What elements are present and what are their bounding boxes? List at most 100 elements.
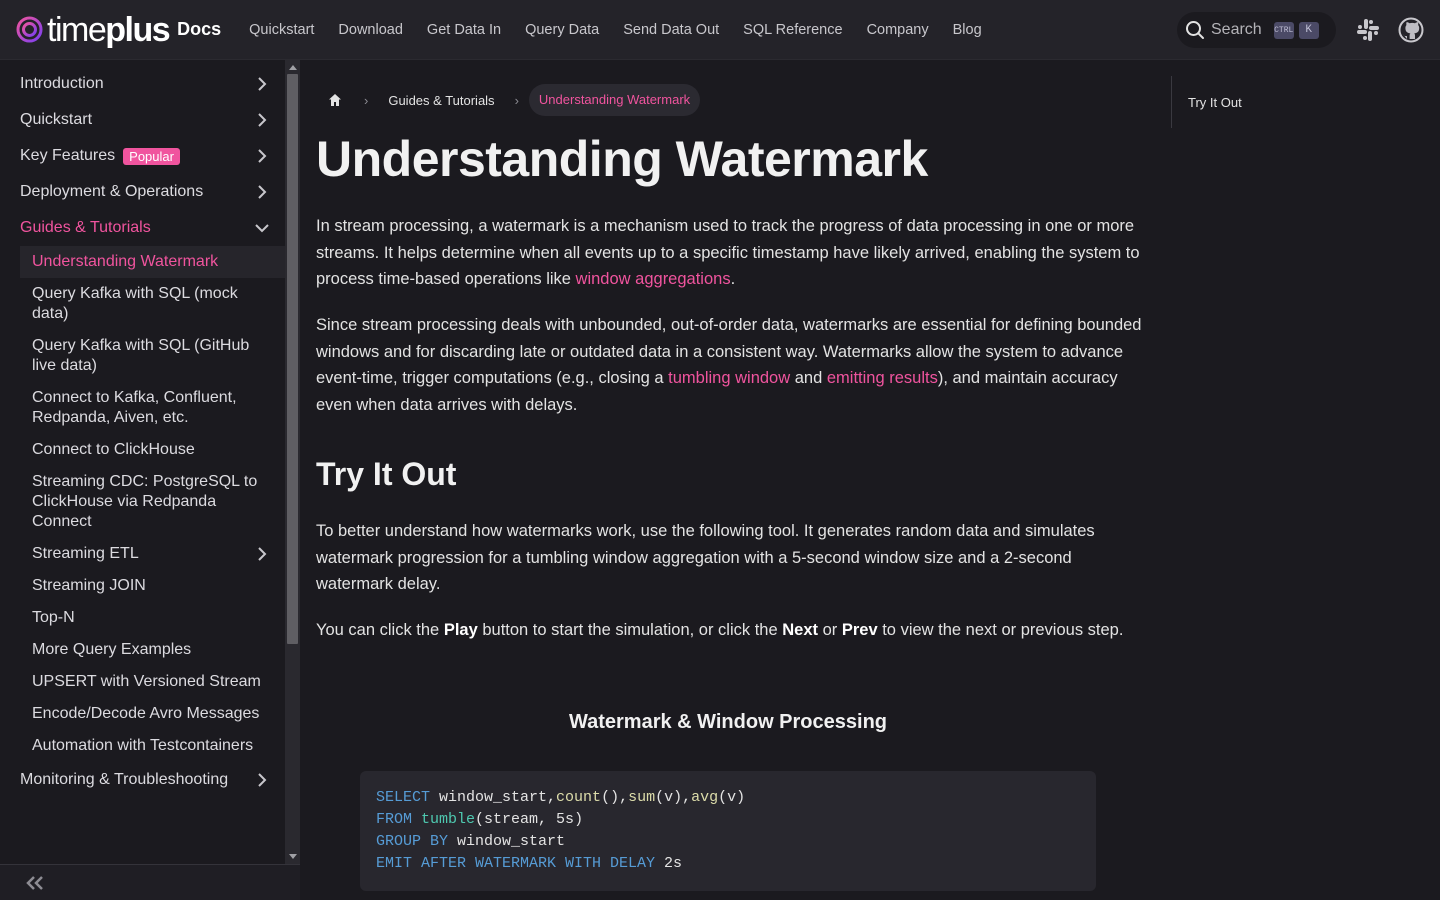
search-button[interactable]: Search CTRL K [1177, 12, 1336, 48]
window-aggregations-link[interactable]: window aggregations [576, 270, 731, 288]
sidebar-sub-item-connect-kafka[interactable]: Connect to Kafka, Confluent, Redpanda, A… [0, 382, 285, 434]
sidebar-item-label: Guides & Tutorials [20, 219, 151, 236]
docs-label: Docs [177, 19, 222, 39]
breadcrumb-current: Understanding Watermark [528, 84, 701, 116]
timeplus-logo-icon [16, 16, 43, 43]
nav-link-query-data[interactable]: Query Data [513, 0, 611, 60]
code-keyword: GROUP BY [376, 833, 449, 850]
code-text: window_start [448, 833, 566, 850]
sidebar-sub-item-top-n[interactable]: Top-N [0, 602, 285, 634]
sidebar-sub-item-streaming-join[interactable]: Streaming JOIN [0, 570, 285, 602]
section-heading-try-it-out: Try It Out [316, 456, 457, 492]
sidebar-item-label: Introduction [20, 75, 104, 92]
nav-link-download[interactable]: Download [326, 0, 415, 60]
sidebar-sub-item-streaming-cdc[interactable]: Streaming CDC: PostgreSQL to ClickHouse … [0, 466, 285, 538]
scroll-down-arrow-icon[interactable] [289, 854, 297, 859]
next-term: Next [782, 621, 819, 639]
sidebar-sub-item-kafka-github[interactable]: Query Kafka with SQL (GitHub live data) [0, 330, 285, 382]
search-icon [1186, 21, 1204, 39]
sidebar-item-guides-tutorials[interactable]: Guides & Tutorials [0, 210, 285, 246]
chevron-right-icon[interactable] [253, 111, 271, 129]
code-text: window_start, [430, 789, 557, 806]
try-it-paragraph: To better understand how watermarks work… [316, 522, 1095, 593]
breadcrumb-separator-icon: › [514, 92, 519, 108]
main-content: › Guides & Tutorials › Understanding Wat… [300, 60, 1170, 900]
second-paragraph: Since stream processing deals with unbou… [316, 312, 1146, 418]
logo-wordmark: timeplus [47, 10, 171, 49]
home-breadcrumb[interactable] [316, 84, 354, 116]
top-navbar: timeplus Docs Quickstart Download Get Da… [0, 0, 1440, 60]
code-keyword: SELECT [376, 789, 431, 806]
sidebar-item-deployment[interactable]: Deployment & Operations [0, 174, 285, 210]
sidebar-item-label: Monitoring & Troubleshooting [20, 771, 229, 788]
chevron-right-icon[interactable] [253, 147, 271, 165]
page-title: Understanding Watermark [316, 131, 928, 187]
chevron-right-icon[interactable] [253, 545, 271, 563]
chevron-down-icon[interactable] [253, 219, 271, 237]
nav-link-get-data-in[interactable]: Get Data In [415, 0, 513, 60]
sidebar-scroll-thumb[interactable] [287, 74, 298, 644]
table-of-contents: Try It Out [1171, 76, 1411, 128]
github-icon[interactable] [1398, 17, 1424, 43]
nav-link-quickstart[interactable]: Quickstart [237, 0, 326, 60]
sidebar-sub-item-more-examples[interactable]: More Query Examples [0, 634, 285, 666]
collapse-sidebar-button[interactable] [0, 864, 300, 900]
code-keyword: EMIT AFTER WATERMARK WITH DELAY [376, 855, 656, 872]
sidebar-sub-item-understanding-watermark[interactable]: Understanding Watermark [20, 246, 285, 278]
code-text: (stream, 5s) [475, 811, 584, 828]
emitting-results-link[interactable]: emitting results [827, 369, 938, 387]
scroll-up-arrow-icon[interactable] [289, 65, 297, 70]
sidebar-sub-item-streaming-etl[interactable]: Streaming ETL [0, 538, 285, 570]
search-label: Search [1211, 21, 1262, 38]
sidebar-item-label: Streaming ETL [32, 545, 139, 562]
sidebar-sub-item-kafka-mock[interactable]: Query Kafka with SQL (mock data) [0, 278, 285, 330]
nav-link-blog[interactable]: Blog [941, 0, 994, 60]
sidebar-scrollbar[interactable] [285, 60, 300, 864]
intro-paragraph: In stream processing, a watermark is a m… [316, 213, 1146, 293]
sidebar-menu: Introduction Quickstart Key Features Pop… [0, 66, 285, 798]
text-span: You can click the [316, 621, 444, 639]
code-function: avg [691, 789, 719, 806]
nav-links: Quickstart Download Get Data In Query Da… [237, 0, 994, 60]
nav-link-company[interactable]: Company [855, 0, 941, 60]
breadcrumb-guides[interactable]: Guides & Tutorials [378, 93, 504, 108]
sidebar-sub-item-testcontainers[interactable]: Automation with Testcontainers [0, 730, 285, 762]
sidebar-item-label: Deployment & Operations [20, 183, 204, 200]
code-text: (v), [655, 789, 692, 806]
sidebar-item-label: Quickstart [20, 111, 93, 128]
nav-link-sql-reference[interactable]: SQL Reference [731, 0, 854, 60]
k-key-hint: K [1298, 21, 1319, 39]
breadcrumb-separator-icon: › [364, 92, 369, 108]
tumbling-window-link[interactable]: tumbling window [668, 369, 790, 387]
home-icon [329, 94, 341, 106]
text-span: or [818, 621, 842, 639]
ctrl-key-hint: CTRL [1273, 21, 1294, 39]
toc-item-try-it-out[interactable]: Try It Out [1188, 95, 1242, 110]
code-text: 2s [655, 855, 683, 872]
code-function: tumble [421, 811, 476, 828]
nav-link-send-data-out[interactable]: Send Data Out [611, 0, 731, 60]
popular-badge: Popular [123, 147, 180, 165]
logo-link[interactable]: timeplus Docs [16, 0, 221, 60]
instructions-paragraph: You can click the Play button to start t… [316, 617, 1146, 644]
code-text: (v) [718, 789, 746, 806]
chevron-right-icon[interactable] [253, 183, 271, 201]
sidebar-sub-item-connect-clickhouse[interactable]: Connect to ClickHouse [0, 434, 285, 466]
play-term: Play [443, 621, 478, 639]
slack-icon[interactable] [1355, 17, 1381, 43]
text-span: . [730, 270, 736, 288]
code-keyword: FROM [376, 811, 413, 828]
sidebar-item-key-features[interactable]: Key Features Popular [0, 138, 285, 174]
chevron-right-icon[interactable] [253, 771, 271, 789]
sidebar-item-quickstart[interactable]: Quickstart [0, 102, 285, 138]
chevron-right-icon[interactable] [253, 75, 271, 93]
sidebar-item-introduction[interactable]: Introduction [0, 66, 285, 102]
widget-title: Watermark & Window Processing [568, 711, 888, 733]
sidebar: Introduction Quickstart Key Features Pop… [0, 60, 300, 900]
double-chevron-left-icon [26, 876, 43, 890]
sql-code-block: SELECT window_start,count(),sum(v),avg(v… [360, 771, 1096, 891]
sidebar-sub-item-avro[interactable]: Encode/Decode Avro Messages [0, 698, 285, 730]
code-text: (), [601, 789, 629, 806]
sidebar-sub-item-upsert[interactable]: UPSERT with Versioned Stream [0, 666, 285, 698]
sidebar-item-monitoring[interactable]: Monitoring & Troubleshooting [0, 762, 285, 798]
